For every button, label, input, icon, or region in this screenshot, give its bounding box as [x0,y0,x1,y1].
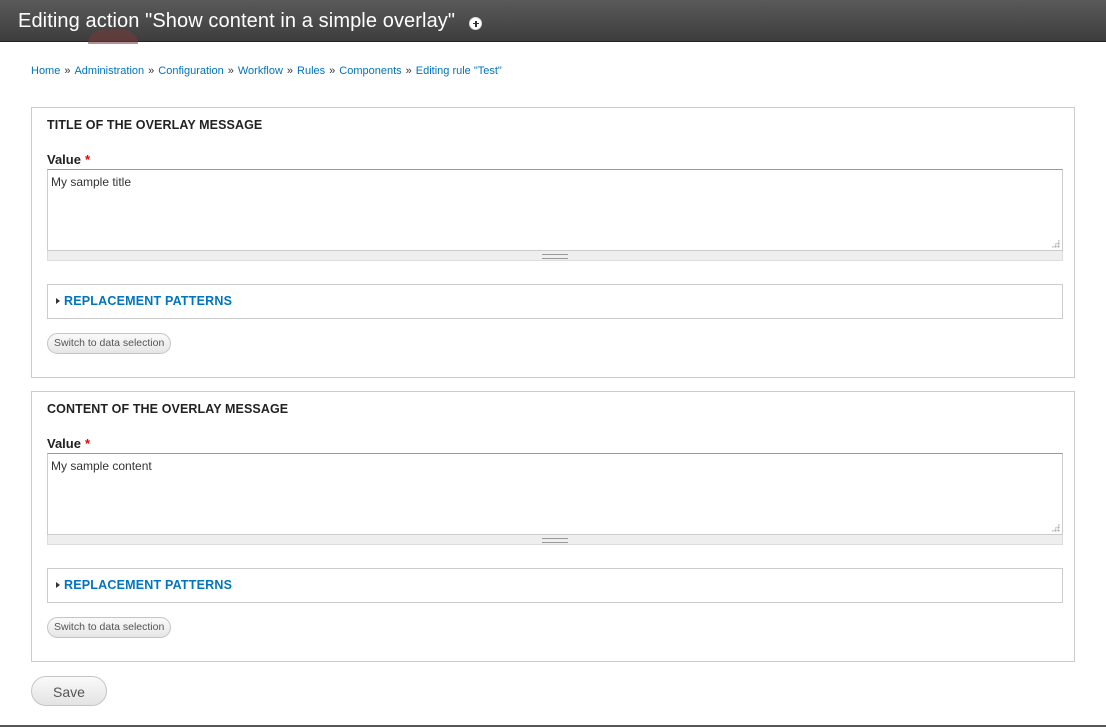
overlay-title-bar: Editing action "Show content in a simple… [0,0,1106,44]
title-value-textarea[interactable]: My sample title [47,169,1063,251]
breadcrumb-separator: » [148,65,155,77]
content-value-textarea[interactable]: My sample content [47,453,1063,535]
breadcrumb-configuration[interactable]: Configuration [158,65,223,77]
switch-to-data-selection-button[interactable]: Switch to data selection [47,617,172,638]
breadcrumb-editing-rule[interactable]: Editing rule "Test" [416,65,502,77]
content-fieldset: CONTENT OF THE OVERLAY MESSAGE Value * My… [31,391,1075,662]
switch-to-data-selection-button[interactable]: Switch to data selection [47,333,172,354]
save-button[interactable]: Save [31,676,107,706]
textarea-resize-grip[interactable] [47,535,1063,545]
value-label-text: Value [47,436,81,451]
replacement-patterns-link[interactable]: REPLACEMENT PATTERNS [64,294,232,308]
breadcrumb-home[interactable]: Home [31,65,60,77]
replacement-patterns-collapsible[interactable]: REPLACEMENT PATTERNS [47,284,1063,319]
breadcrumb-separator: » [329,65,336,77]
textarea-resize-grip[interactable] [47,251,1063,261]
required-marker: * [84,152,91,167]
value-label-text: Value [47,152,81,167]
breadcrumb-separator: » [405,65,412,77]
breadcrumb-separator: » [64,65,71,77]
add-shortcut-icon[interactable] [469,17,483,30]
breadcrumb-separator: » [227,65,234,77]
content-value-field-wrapper: My sample content [47,453,1063,546]
value-label: Value * [47,152,90,167]
replacement-patterns-link[interactable]: REPLACEMENT PATTERNS [64,578,232,592]
breadcrumb-separator: » [286,65,294,77]
content-value-text: My sample content [51,459,152,473]
breadcrumb-rules[interactable]: Rules [297,65,325,77]
breadcrumb-components[interactable]: Components [339,65,401,77]
fieldset-legend: TITLE OF THE OVERLAY MESSAGE [47,118,263,132]
caret-right-icon [56,582,60,588]
value-label: Value * [47,436,90,451]
title-value-field-wrapper: My sample title [47,169,1063,262]
breadcrumb-workflow[interactable]: Workflow [238,65,283,77]
caret-right-icon [56,298,60,304]
breadcrumb: Home» Administration» Configuration» Workfl… [31,65,502,77]
page-title: Editing action "Show content in a simple… [18,10,483,33]
page-title-text: Editing action "Show content in a simple… [18,10,456,32]
title-fieldset: TITLE OF THE OVERLAY MESSAGE Value * My s… [31,107,1075,378]
replacement-patterns-collapsible[interactable]: REPLACEMENT PATTERNS [47,568,1063,603]
breadcrumb-administration[interactable]: Administration [74,65,144,77]
title-value-text: My sample title [51,175,132,189]
resize-corner-icon [1051,239,1060,248]
fieldset-legend: CONTENT OF THE OVERLAY MESSAGE [47,402,289,416]
resize-corner-icon [1051,523,1060,532]
required-marker: * [84,436,91,451]
